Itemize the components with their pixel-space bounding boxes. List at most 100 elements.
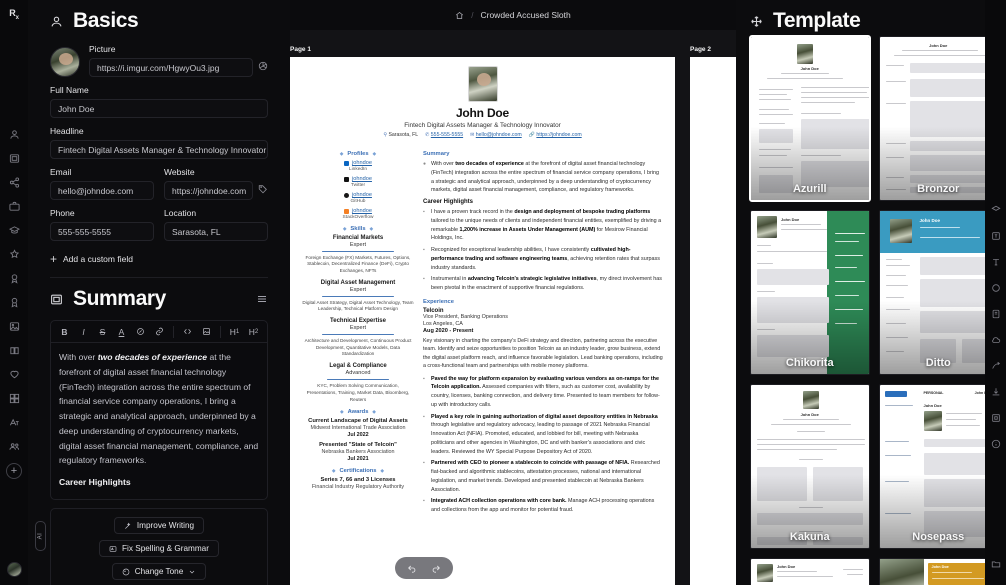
link-icon[interactable] xyxy=(150,323,169,341)
breadcrumb-separator: / xyxy=(471,10,474,20)
phone-input[interactable]: 555-555-5555 xyxy=(50,222,154,241)
resume-page-2[interactable]: Polaroid FINRA HT Current L Midwest Neb … xyxy=(690,57,736,585)
template-name: Kakuna xyxy=(789,531,830,543)
template-card-bronzor[interactable]: John Doe xyxy=(878,36,998,201)
type-icon[interactable] xyxy=(985,223,1006,249)
website-input[interactable]: https://johndoe.com xyxy=(164,181,253,200)
summary-text-post: at the forefront of digital asset financ… xyxy=(59,352,259,466)
location-input[interactable]: Sarasota, FL xyxy=(164,222,268,241)
sidebar-item-certifications[interactable] xyxy=(0,290,28,314)
highlight-icon[interactable] xyxy=(131,323,150,341)
left-rail-icon-list: + xyxy=(0,122,28,479)
share-icon[interactable] xyxy=(985,353,1006,379)
underline-icon[interactable]: A xyxy=(112,323,131,341)
editor-panel: Basics Picture https://i.imgur.com/HgwyO… xyxy=(28,0,290,585)
heading-2-icon[interactable]: H2 xyxy=(244,323,263,341)
sidebar-item-awards[interactable] xyxy=(0,266,28,290)
template-card-ditto[interactable]: John Doe xyxy=(878,210,998,375)
sidebar-item-summary[interactable] xyxy=(0,146,28,170)
strikethrough-icon[interactable]: S xyxy=(93,323,112,341)
skill-level-bar xyxy=(322,295,394,298)
sidebar-item-publications[interactable] xyxy=(0,338,28,362)
avatar[interactable] xyxy=(50,47,80,77)
sidebar-item-projects[interactable] xyxy=(0,386,28,410)
image-icon[interactable] xyxy=(197,323,216,341)
tag-icon[interactable] xyxy=(258,184,268,194)
improve-writing-button[interactable]: Improve Writing xyxy=(113,517,205,535)
frame-icon[interactable] xyxy=(985,405,1006,431)
contact-phone: ✆ 555-555-5555 xyxy=(425,132,464,138)
profile-item: johndoe StackOverflow xyxy=(302,208,414,220)
theme-circle-icon[interactable] xyxy=(985,275,1006,301)
resume-contact-row: ⚲ Sarasota, FL ✆ 555-555-5555 ✉ hello@jo… xyxy=(290,132,675,138)
typography-icon[interactable] xyxy=(985,249,1006,275)
resume-right-column: Summary ● With over two decades of exper… xyxy=(423,145,663,518)
template-card-onyx[interactable]: John Doe xyxy=(750,558,870,585)
sidebar-item-interests[interactable] xyxy=(0,314,28,338)
sidebar-item-experience[interactable] xyxy=(0,194,28,218)
undo-icon[interactable] xyxy=(407,563,417,573)
email-website-row: Email hello@johndoe.com Website https://… xyxy=(50,167,268,200)
page2-fragment: Midwest xyxy=(704,193,736,199)
template-card-chikorita[interactable]: John Doe xyxy=(750,210,870,375)
resume-career-highlights-title: Career Highlights xyxy=(423,199,474,205)
ai-tab-toggle[interactable]: AI xyxy=(35,521,46,552)
fix-spelling-grammar-label: Fix Spelling & Grammar xyxy=(122,544,209,554)
layout-icon[interactable] xyxy=(985,197,1006,223)
full-name-input[interactable]: John Doe xyxy=(50,99,268,118)
github-icon xyxy=(344,192,350,198)
headline-group: Headline Fintech Digital Assets Manager … xyxy=(50,126,268,159)
sidebar-item-references[interactable] xyxy=(0,434,28,458)
folder-icon[interactable] xyxy=(985,559,1006,569)
template-name: Azurill xyxy=(792,183,827,195)
app-logo[interactable]: Rx xyxy=(9,8,19,21)
menu-icon[interactable] xyxy=(256,293,268,305)
bullet-dot: ▪ xyxy=(423,498,425,505)
sidebar-item-languages[interactable] xyxy=(0,410,28,434)
template-card-pikachu[interactable]: John Doe xyxy=(878,558,998,585)
template-card-nosepass[interactable]: PERSONAL John Doe John Doe xyxy=(878,384,998,549)
template-name: Chikorita xyxy=(785,357,834,369)
add-custom-field-button[interactable]: + Add a custom field xyxy=(50,253,268,265)
redo-icon[interactable] xyxy=(431,563,441,573)
headline-input[interactable]: Fintech Digital Assets Manager & Technol… xyxy=(50,140,268,159)
download-icon[interactable] xyxy=(985,379,1006,405)
summary-text-pre: With over xyxy=(59,352,98,362)
sidebar-item-skills[interactable] xyxy=(0,242,28,266)
add-section-button[interactable]: + xyxy=(6,463,22,479)
code-icon[interactable] xyxy=(178,323,197,341)
profile-network: StackOverflow xyxy=(342,215,374,220)
summary-textarea[interactable]: With over two decades of experience at t… xyxy=(51,343,267,499)
breadcrumb-title[interactable]: Crowded Accused Sloth xyxy=(480,10,570,20)
phone-label: Phone xyxy=(50,208,75,218)
ai-tab-label: AI xyxy=(37,532,44,540)
picture-url-input[interactable]: https://i.imgur.com/HgwyOu3.jpg xyxy=(89,58,253,77)
bold-icon[interactable]: B xyxy=(55,323,74,341)
sidebar-item-volunteering[interactable] xyxy=(0,362,28,386)
template-card-kakuna[interactable]: John Doe Kakuna xyxy=(750,384,870,549)
italic-icon[interactable]: I xyxy=(74,323,93,341)
bullet-dot: ▪ xyxy=(423,276,425,283)
wand-icon xyxy=(125,522,131,529)
info-icon[interactable] xyxy=(985,431,1006,457)
resume-page-1[interactable]: John Doe Fintech Digital Assets Manager … xyxy=(290,57,675,585)
fix-spelling-grammar-button[interactable]: Fix Spelling & Grammar xyxy=(99,540,219,558)
email-input[interactable]: hello@johndoe.com xyxy=(50,181,154,200)
sidebar-item-basics[interactable] xyxy=(0,122,28,146)
template-card-azurill[interactable]: John Doe xyxy=(749,35,871,202)
plus-icon: + xyxy=(50,252,58,266)
cloud-icon[interactable] xyxy=(985,327,1006,353)
change-tone-button[interactable]: Change Tone xyxy=(111,563,207,581)
user-avatar[interactable] xyxy=(7,562,22,577)
awards-heading: ◆ Awards ◆ xyxy=(340,409,376,416)
heading-1-icon[interactable]: H1 xyxy=(225,323,244,341)
home-icon[interactable] xyxy=(455,11,464,20)
aperture-icon[interactable] xyxy=(258,61,268,71)
diamond-icon: ◆ xyxy=(342,226,347,231)
page-icon[interactable] xyxy=(985,301,1006,327)
sidebar-item-profiles[interactable] xyxy=(0,170,28,194)
resume-canvas[interactable]: Page 1 Page 2 John Doe Fintech Digital A… xyxy=(290,30,736,585)
sidebar-item-education[interactable] xyxy=(0,218,28,242)
career-highlights-heading: Career Highlights xyxy=(59,477,131,488)
page2-fragment: Neb xyxy=(704,225,736,231)
